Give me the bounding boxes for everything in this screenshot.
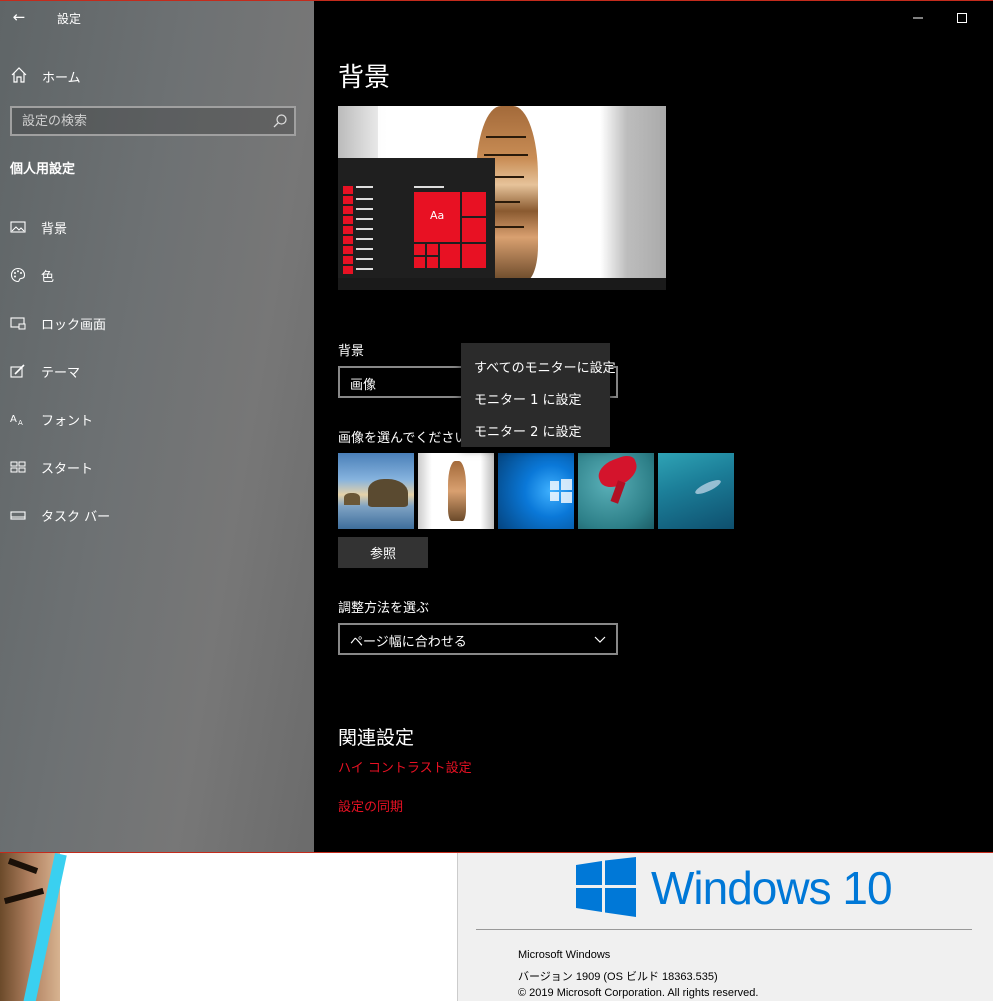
menu-item-set-monitor-1[interactable]: モニター 1 に設定 bbox=[461, 379, 610, 411]
app-title: 設定 bbox=[57, 12, 82, 26]
tiger-thumbnail[interactable] bbox=[418, 453, 494, 529]
picture-icon bbox=[10, 221, 26, 233]
context-menu: すべてのモニターに設定 モニター 1 に設定 モニター 2 に設定 bbox=[461, 343, 616, 447]
menu-item-label: すべてのモニターに設定 bbox=[474, 361, 616, 376]
theme-brush-icon bbox=[10, 364, 25, 378]
titlebar: ← 設定 bbox=[0, 1, 314, 35]
background-preview: Aa bbox=[338, 106, 666, 290]
sidebar-item-home[interactable]: ホーム bbox=[0, 59, 314, 91]
windows-wordmark: Windows 10 bbox=[651, 862, 893, 914]
desktop-background bbox=[0, 853, 457, 1001]
sidebar-item-label: テーマ bbox=[41, 366, 81, 381]
sidebar-item-background[interactable]: 背景 bbox=[0, 209, 314, 245]
svg-text:A: A bbox=[18, 419, 23, 427]
sidebar-item-label: フォント bbox=[41, 414, 94, 429]
select-value: ページ幅に合わせる bbox=[350, 635, 467, 650]
sidebar-item-label: 背景 bbox=[41, 222, 68, 237]
back-arrow-icon[interactable]: ← bbox=[8, 5, 30, 29]
lock-screen-icon bbox=[10, 317, 26, 330]
search-input[interactable] bbox=[22, 111, 262, 131]
sidebar-item-start[interactable]: スタート bbox=[0, 449, 314, 485]
copyright-text: © 2019 Microsoft Corporation. All rights… bbox=[518, 987, 759, 999]
chevron-down-icon bbox=[594, 636, 606, 643]
sidebar-item-font[interactable]: A A フォント bbox=[0, 401, 314, 437]
sidebar-item-label: スタート bbox=[41, 462, 94, 477]
sidebar-item-label: 色 bbox=[41, 270, 55, 285]
menu-item-set-all-monitors[interactable]: すべてのモニターに設定 bbox=[461, 347, 616, 379]
red-flower-thumbnail[interactable] bbox=[578, 453, 654, 529]
sidebar-item-label: タスク バー bbox=[41, 510, 111, 525]
sidebar: ← 設定 ホーム 個人用設定 背景 bbox=[0, 1, 314, 852]
svg-text:A: A bbox=[10, 414, 17, 425]
main-content: 背景 Aa 背景 画像 画像を選んでください 参照 調整方法を選ぶ ページ幅に合… bbox=[314, 1, 993, 852]
sidebar-item-label: ホーム bbox=[42, 71, 81, 86]
sidebar-item-label: ロック画面 bbox=[41, 318, 107, 333]
high-contrast-link[interactable]: ハイ コントラスト設定 bbox=[338, 757, 472, 776]
choose-picture-label: 画像を選んでください bbox=[338, 431, 468, 446]
start-menu-preview: Aa bbox=[338, 158, 495, 278]
search-icon[interactable] bbox=[272, 113, 288, 129]
page-title: 背景 bbox=[338, 63, 391, 93]
menu-item-label: モニター 2 に設定 bbox=[474, 425, 582, 440]
divider bbox=[476, 929, 972, 930]
fit-label: 調整方法を選ぶ bbox=[338, 601, 430, 616]
menu-item-set-monitor-2[interactable]: モニター 2 に設定 bbox=[461, 411, 610, 443]
underwater-swimmer-thumbnail[interactable] bbox=[658, 453, 734, 529]
version-text: バージョン 1909 (OS ビルド 18363.535) bbox=[518, 971, 718, 983]
sidebar-item-lock-screen[interactable]: ロック画面 bbox=[0, 305, 314, 341]
windows-logo-icon bbox=[576, 857, 636, 917]
preview-tile-text: Aa bbox=[430, 209, 445, 222]
taskbar-icon bbox=[10, 511, 26, 520]
maximize-icon[interactable] bbox=[952, 9, 972, 27]
background-type-label: 背景 bbox=[338, 344, 365, 359]
sidebar-item-taskbar[interactable]: タスク バー bbox=[0, 497, 314, 533]
sync-settings-link[interactable]: 設定の同期 bbox=[338, 796, 403, 815]
product-name: Microsoft Windows bbox=[518, 949, 611, 961]
settings-window: ← 設定 ホーム 個人用設定 背景 bbox=[0, 0, 993, 853]
font-icon: A A bbox=[10, 414, 23, 427]
browse-button[interactable]: 参照 bbox=[338, 537, 428, 568]
section-heading: 個人用設定 bbox=[10, 162, 76, 177]
related-settings-title: 関連設定 bbox=[338, 727, 415, 749]
palette-icon bbox=[10, 267, 26, 283]
beach-rocks-thumbnail[interactable] bbox=[338, 453, 414, 529]
fit-select[interactable]: ページ幅に合わせる bbox=[338, 623, 618, 655]
sidebar-item-theme[interactable]: テーマ bbox=[0, 353, 314, 389]
menu-item-label: モニター 1 に設定 bbox=[474, 393, 582, 408]
select-value: 画像 bbox=[350, 378, 377, 393]
home-icon bbox=[11, 67, 27, 83]
minimize-icon[interactable] bbox=[908, 9, 928, 27]
sidebar-item-color[interactable]: 色 bbox=[0, 257, 314, 293]
search-box[interactable] bbox=[10, 106, 296, 136]
winver-dialog: Windows 10 Microsoft Windows バージョン 1909 … bbox=[457, 853, 993, 1001]
start-grid-icon bbox=[10, 461, 26, 473]
windows-blue-thumbnail[interactable] bbox=[498, 453, 574, 529]
